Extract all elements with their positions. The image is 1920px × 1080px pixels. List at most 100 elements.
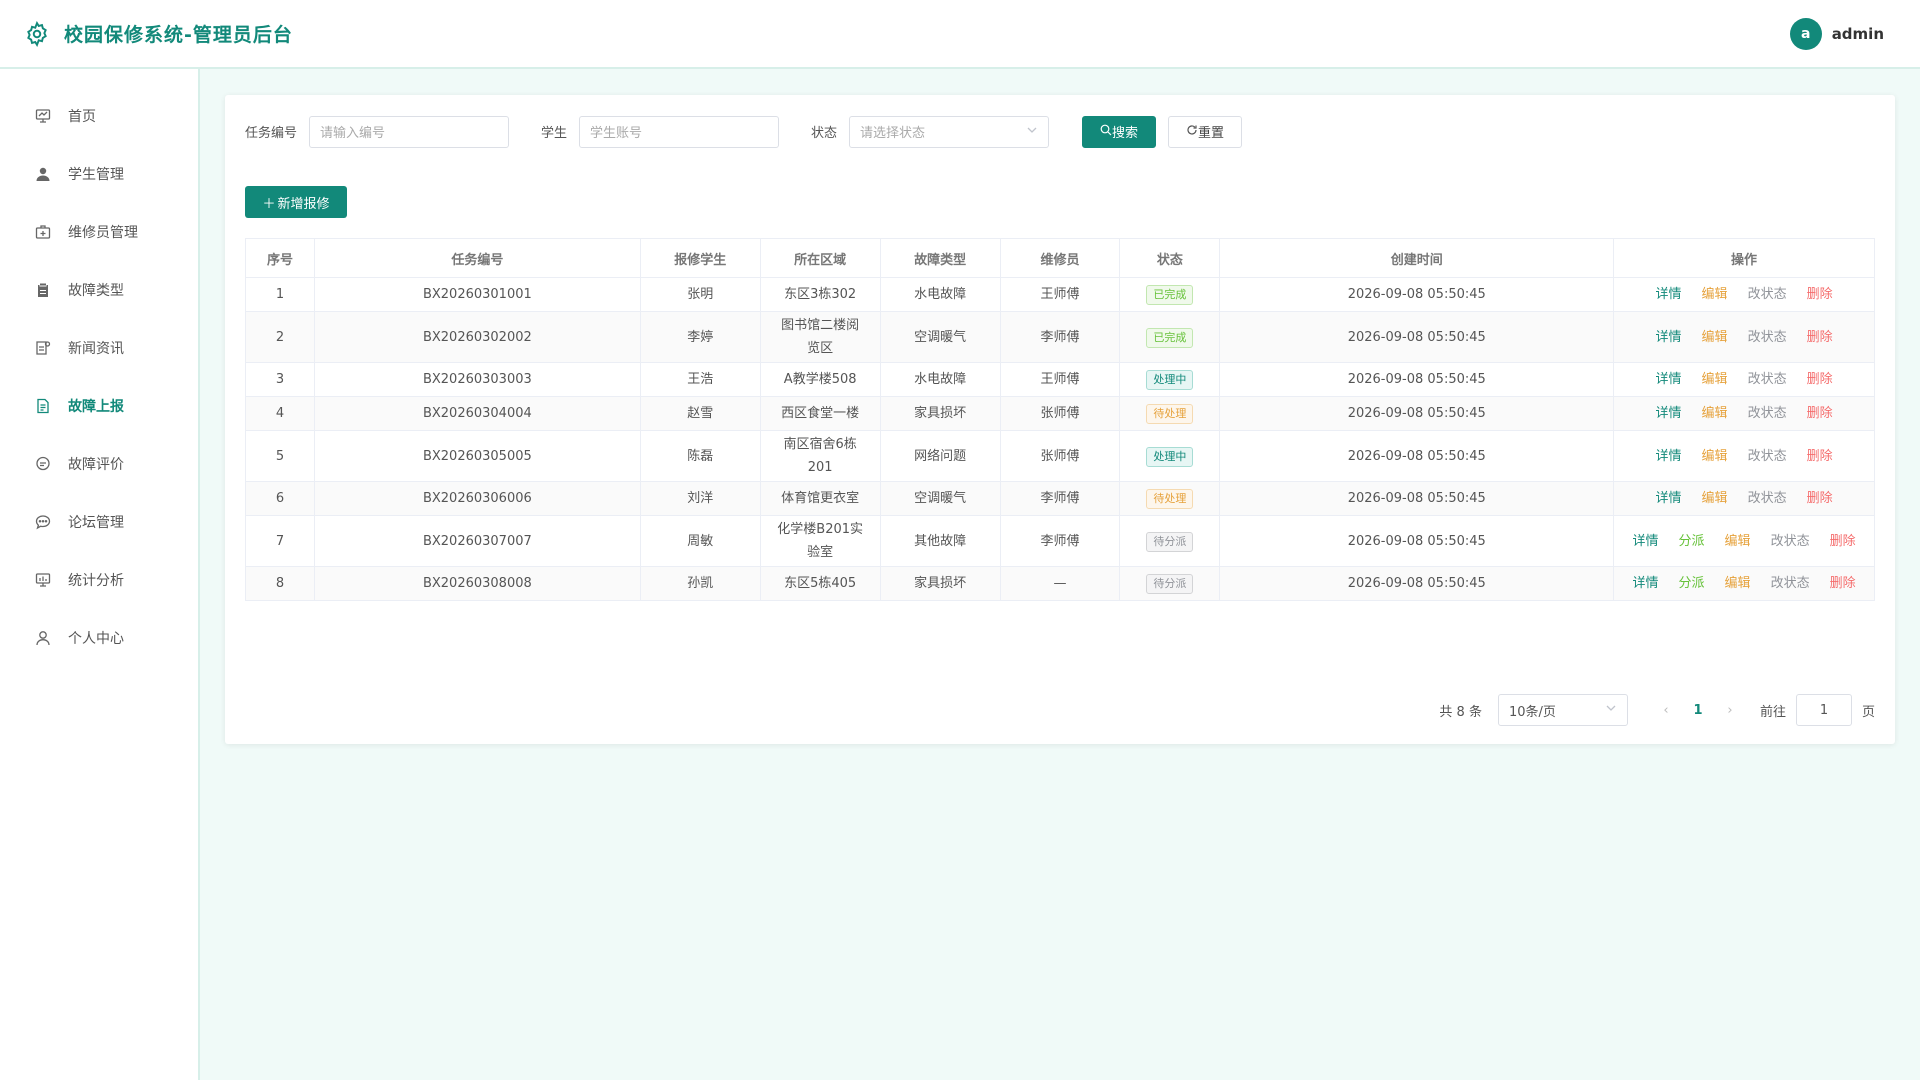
cell-fault-type: 空调暖气 <box>879 311 1001 363</box>
goto-label: 前往 <box>1759 704 1786 720</box>
delete-link[interactable]: 删除 <box>1807 330 1833 345</box>
change-status-link[interactable]: 改状态 <box>1748 491 1787 506</box>
sidebar-item-5[interactable]: 故障上报 <box>0 377 198 435</box>
chevron-down-icon <box>1026 124 1038 140</box>
sidebar-item-4[interactable]: 新闻资讯 <box>0 319 198 377</box>
sidebar-item-8[interactable]: 统计分析 <box>0 551 198 609</box>
cell-actions: 详情 编辑 改状态 删除 <box>1613 481 1875 516</box>
delete-link[interactable]: 删除 <box>1807 287 1833 302</box>
change-status-link[interactable]: 改状态 <box>1748 330 1787 345</box>
page-size-value: 10条/页 <box>1508 704 1556 720</box>
detail-link[interactable]: 详情 <box>1656 372 1682 387</box>
edit-link[interactable]: 编辑 <box>1702 449 1728 464</box>
change-status-link[interactable]: 改状态 <box>1748 406 1787 421</box>
col-fault-type: 故障类型 <box>879 238 1001 278</box>
edit-link[interactable]: 编辑 <box>1702 406 1728 421</box>
task-code-input[interactable]: 请输入编号 <box>309 115 510 148</box>
sidebar-item-label: 个人中心 <box>68 631 124 647</box>
cell-worker: — <box>999 566 1121 601</box>
cell-task-code: BX20260305005 <box>313 430 641 482</box>
student-label: 学生 <box>541 126 568 141</box>
repair-table: 序号 任务编号 报修学生 所在区域 故障类型 维修员 状态 创建时间 操作 1B… <box>245 238 1875 601</box>
page-suffix: 页 <box>1861 704 1875 720</box>
sidebar-item-6[interactable]: 故障评价 <box>0 435 198 493</box>
goto-page-input[interactable]: 1 <box>1795 694 1852 726</box>
sidebar-item-label: 论坛管理 <box>68 515 124 531</box>
cell-worker: 王师傅 <box>999 277 1121 312</box>
cell-index: 7 <box>245 515 315 567</box>
news-icon <box>34 339 52 357</box>
avatar[interactable]: a <box>1789 18 1822 50</box>
cell-index: 2 <box>245 311 315 363</box>
edit-link[interactable]: 编辑 <box>1702 287 1728 302</box>
delete-link[interactable]: 删除 <box>1830 534 1856 549</box>
sidebar-item-9[interactable]: 个人中心 <box>0 609 198 667</box>
search-button[interactable]: 搜索 <box>1082 115 1157 148</box>
cell-status: 处理中 <box>1119 362 1221 397</box>
sidebar-item-label: 新闻资讯 <box>68 341 124 357</box>
delete-link[interactable]: 删除 <box>1807 491 1833 506</box>
change-status-link[interactable]: 改状态 <box>1771 534 1810 549</box>
edit-link[interactable]: 编辑 <box>1725 576 1751 591</box>
change-status-link[interactable]: 改状态 <box>1748 372 1787 387</box>
edit-link[interactable]: 编辑 <box>1702 330 1728 345</box>
toolbox-icon <box>34 223 52 241</box>
add-repair-button[interactable]: ＋ 新增报修 <box>245 186 347 218</box>
sidebar-item-1[interactable]: 学生管理 <box>0 145 198 203</box>
change-status-link[interactable]: 改状态 <box>1748 449 1787 464</box>
cell-created: 2026-09-08 05:50:45 <box>1219 362 1615 397</box>
next-page-icon[interactable]: › <box>1716 703 1744 718</box>
status-badge: 已完成 <box>1146 327 1194 348</box>
plus-icon: ＋ <box>262 196 276 212</box>
cell-fault-type: 水电故障 <box>879 277 1001 312</box>
delete-link[interactable]: 删除 <box>1830 576 1856 591</box>
reset-button[interactable]: 重置 <box>1168 115 1243 148</box>
col-index: 序号 <box>245 238 315 278</box>
change-status-link[interactable]: 改状态 <box>1748 287 1787 302</box>
reset-button-label: 重置 <box>1198 126 1225 141</box>
sidebar-item-0[interactable]: 首页 <box>0 87 198 145</box>
cell-task-code: BX20260307007 <box>313 515 641 567</box>
user-menu[interactable]: a admin <box>1789 18 1884 50</box>
sidebar-item-2[interactable]: 维修员管理 <box>0 203 198 261</box>
cell-index: 3 <box>245 362 315 397</box>
sidebar-item-7[interactable]: 论坛管理 <box>0 493 198 551</box>
cell-student: 李婷 <box>639 311 761 363</box>
cell-area: 南区宿舍6栋201 <box>759 430 881 482</box>
edit-link[interactable]: 编辑 <box>1725 534 1751 549</box>
task-code-label: 任务编号 <box>245 126 298 141</box>
detail-link[interactable]: 详情 <box>1633 576 1659 591</box>
cell-actions: 详情 编辑 改状态 删除 <box>1613 277 1875 312</box>
status-select[interactable]: 请选择状态 <box>849 115 1050 148</box>
cell-worker: 李师傅 <box>999 481 1121 516</box>
student-input[interactable]: 学生账号 <box>579 115 780 148</box>
delete-link[interactable]: 删除 <box>1807 372 1833 387</box>
delete-link[interactable]: 删除 <box>1807 406 1833 421</box>
document-icon <box>34 397 52 415</box>
change-status-link[interactable]: 改状态 <box>1771 576 1810 591</box>
detail-link[interactable]: 详情 <box>1656 491 1682 506</box>
edit-link[interactable]: 编辑 <box>1702 491 1728 506</box>
pagination: 共 8 条 10条/页 ‹ 1 › 前往 1 页 <box>1439 694 1875 726</box>
prev-page-icon[interactable]: ‹ <box>1652 703 1680 718</box>
username[interactable]: admin <box>1832 25 1884 43</box>
page-size-select[interactable]: 10条/页 <box>1497 694 1628 726</box>
detail-link[interactable]: 详情 <box>1656 287 1682 302</box>
status-label: 状态 <box>811 126 838 141</box>
assign-link[interactable]: 分派 <box>1679 534 1705 549</box>
table-row: 2 BX20260302002 李婷 图书馆二楼阅览区 空调暖气 李师傅 已完成 2026-0… <box>245 311 1875 363</box>
refresh-icon <box>1186 124 1198 140</box>
edit-link[interactable]: 编辑 <box>1702 372 1728 387</box>
current-page[interactable]: 1 <box>1680 703 1716 718</box>
table-row: 1 BX20260301001 张明 东区3栋302 水电故障 王师傅 已完成 2026-09… <box>245 277 1875 312</box>
delete-link[interactable]: 删除 <box>1807 449 1833 464</box>
detail-link[interactable]: 详情 <box>1656 406 1682 421</box>
assign-link[interactable]: 分派 <box>1679 576 1705 591</box>
detail-link[interactable]: 详情 <box>1633 534 1659 549</box>
detail-link[interactable]: 详情 <box>1656 330 1682 345</box>
detail-link[interactable]: 详情 <box>1656 449 1682 464</box>
cell-student: 赵雪 <box>639 396 761 431</box>
cell-index: 1 <box>245 277 315 312</box>
sidebar-item-3[interactable]: 故障类型 <box>0 261 198 319</box>
top-header: 校园保修系统-管理员后台 a admin <box>0 0 1920 69</box>
